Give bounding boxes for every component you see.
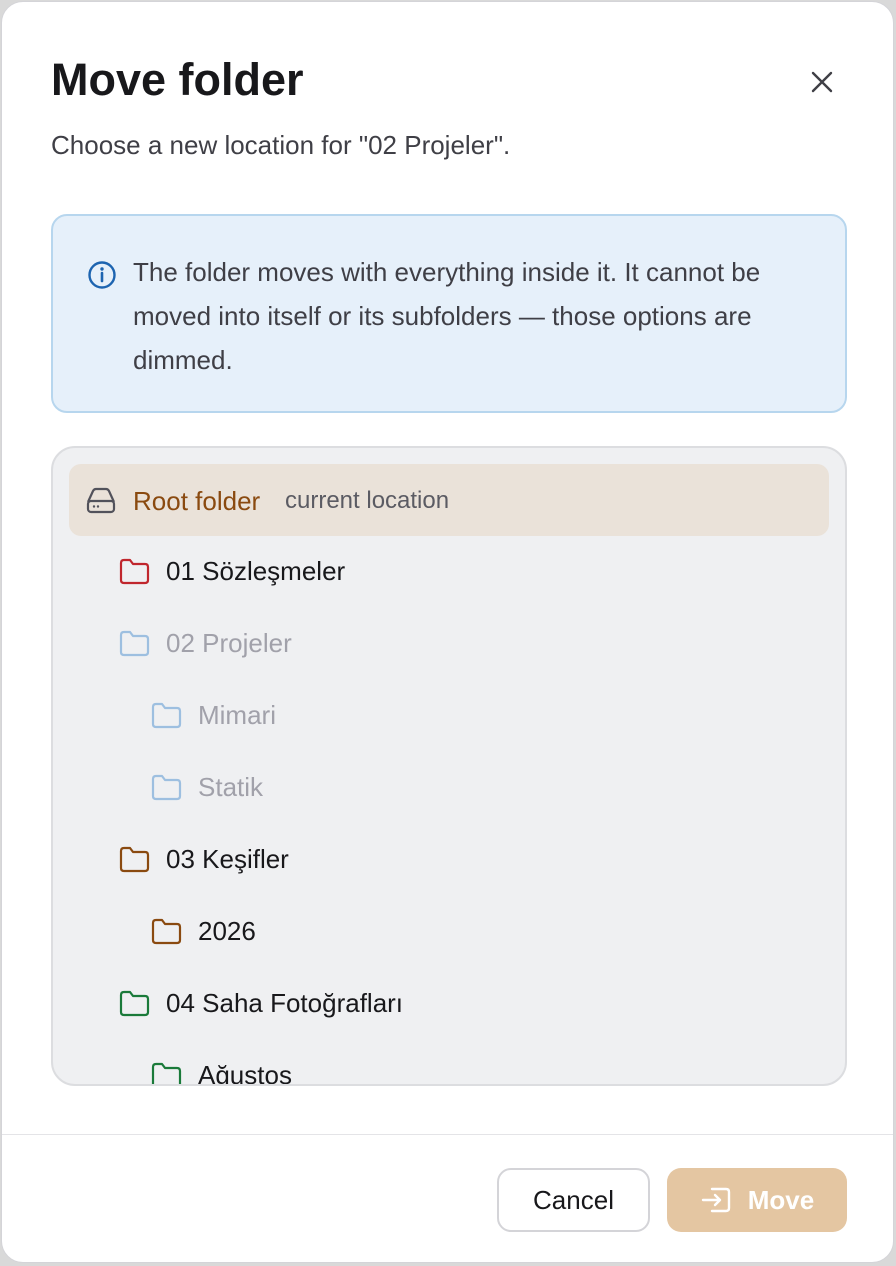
tree-item-label: 02 Projeler [166, 628, 292, 658]
folder-icon [151, 774, 182, 801]
tree-item-label: Statik [198, 772, 264, 802]
info-icon [88, 261, 116, 289]
folder-icon [119, 990, 150, 1017]
root-folder-label: Root folder [133, 486, 261, 516]
tree-item-label: 04 Saha Fotoğrafları [166, 988, 404, 1018]
tree-item-01-sozlesmeler[interactable]: 01 Sözleşmeler [119, 536, 819, 608]
close-button[interactable] [808, 68, 836, 96]
tree-item-02-projeler: 02 Projeler [119, 608, 819, 680]
tree-item-label: 2026 [198, 916, 256, 946]
tree-item-2026[interactable]: 2026 [151, 896, 845, 968]
tree-item-label: 01 Sözleşmeler [166, 556, 346, 586]
folder-icon [151, 1062, 182, 1084]
tree-item-label: Ağustos [198, 1060, 292, 1086]
info-banner: The folder moves with everything inside … [51, 214, 847, 413]
tree-item-agustos[interactable]: Ağustos [151, 1040, 845, 1086]
tree-item-04-saha-fotograflari[interactable]: 04 Saha Fotoğrafları [119, 968, 819, 1040]
drive-icon [86, 487, 116, 514]
tree-item-03-kesifler[interactable]: 03 Keşifler [119, 824, 819, 896]
current-location-note: current location [285, 487, 450, 514]
tree-item-root-folder[interactable]: Root folder current location [69, 464, 829, 536]
tree-item-label: 03 Keşifler [166, 844, 289, 874]
folder-icon [119, 630, 150, 657]
move-button-label: Move [747, 1184, 815, 1215]
tree-item-mimari: Mimari [151, 680, 845, 752]
move-into-icon [701, 1187, 730, 1213]
info-text: The folder moves with everything inside … [133, 257, 761, 375]
folder-icon [151, 918, 182, 945]
move-button: Move [667, 1168, 847, 1232]
folder-icon [119, 558, 150, 585]
folder-icon [119, 846, 150, 873]
tree-item-label: Mimari [198, 700, 276, 730]
close-icon [811, 71, 833, 93]
cancel-button[interactable]: Cancel [497, 1168, 650, 1232]
dialog-title: Move folder [51, 54, 304, 105]
tree-item-statik: Statik [151, 752, 845, 824]
folder-tree[interactable]: Root folder current location 01 Sözleşme… [51, 446, 847, 1086]
folder-icon [151, 702, 182, 729]
footer-divider [2, 1134, 893, 1135]
move-folder-dialog: Move folder Choose a new location for "0… [1, 1, 894, 1263]
dialog-subtitle: Choose a new location for "02 Projeler". [51, 130, 511, 160]
